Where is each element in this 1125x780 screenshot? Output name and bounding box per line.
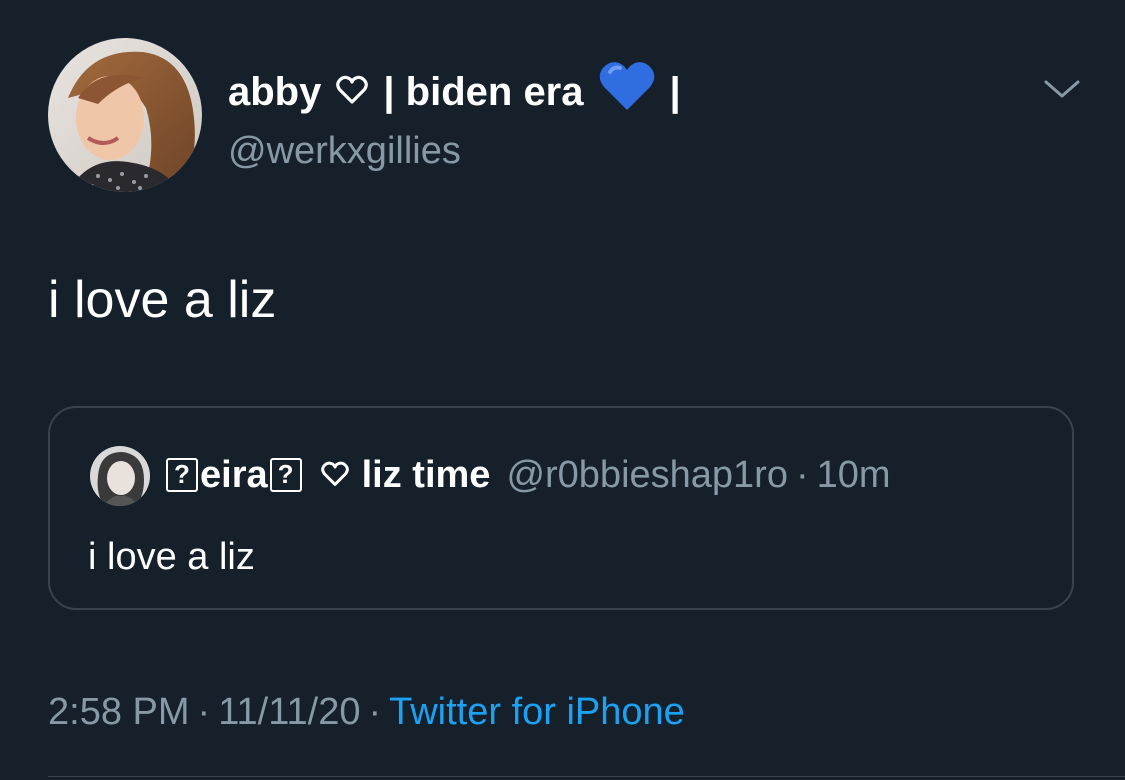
quote-name-part1: eira	[200, 454, 268, 496]
footer-separator: ·	[368, 691, 382, 733]
display-name-part3: |	[669, 69, 681, 114]
display-name[interactable]: abby | biden era |	[228, 60, 681, 123]
quote-avatar[interactable]	[90, 446, 150, 506]
heart-outline-icon	[335, 68, 369, 116]
footer-separator: ·	[197, 691, 211, 733]
quote-tweet-card[interactable]: ? eira ? liz time @r0bbieshap1ro · 10m i…	[48, 406, 1074, 610]
avatar[interactable]	[48, 38, 202, 192]
divider	[48, 776, 1125, 777]
display-name-part2: | biden era	[383, 69, 584, 114]
display-name-part1: abby	[228, 69, 322, 114]
tweet-header: abby | biden era | @werkxgillies	[228, 60, 681, 175]
tweet-footer: 2:58 PM · 11/11/20 · Twitter for iPhone	[48, 688, 685, 736]
chevron-down-icon[interactable]	[1040, 74, 1084, 104]
quote-handle[interactable]: @r0bbieshap1ro	[506, 452, 788, 498]
quote-display-name[interactable]: ? eira ? liz time	[164, 452, 490, 498]
handle[interactable]: @werkxgillies	[228, 127, 681, 175]
tweet-text: i love a liz	[48, 271, 277, 329]
quote-separator: ·	[795, 454, 809, 496]
tweet-time[interactable]: 2:58 PM	[48, 691, 190, 733]
tweet-date[interactable]: 11/11/20	[218, 691, 360, 733]
tweet-source-link[interactable]: Twitter for iPhone	[389, 691, 685, 733]
quote-text: i love a liz	[88, 536, 255, 578]
quote-header: ? eira ? liz time @r0bbieshap1ro · 10m	[164, 452, 891, 498]
heart-outline-icon	[320, 452, 350, 498]
blue-heart-emoji	[598, 60, 656, 123]
missing-glyph-icon: ?	[166, 458, 198, 492]
quote-timestamp[interactable]: 10m	[817, 452, 891, 498]
missing-glyph-icon: ?	[269, 458, 302, 492]
quote-name-part2: liz time	[361, 454, 491, 496]
tweet: abby | biden era | @werkxgillies i love …	[0, 0, 1125, 780]
